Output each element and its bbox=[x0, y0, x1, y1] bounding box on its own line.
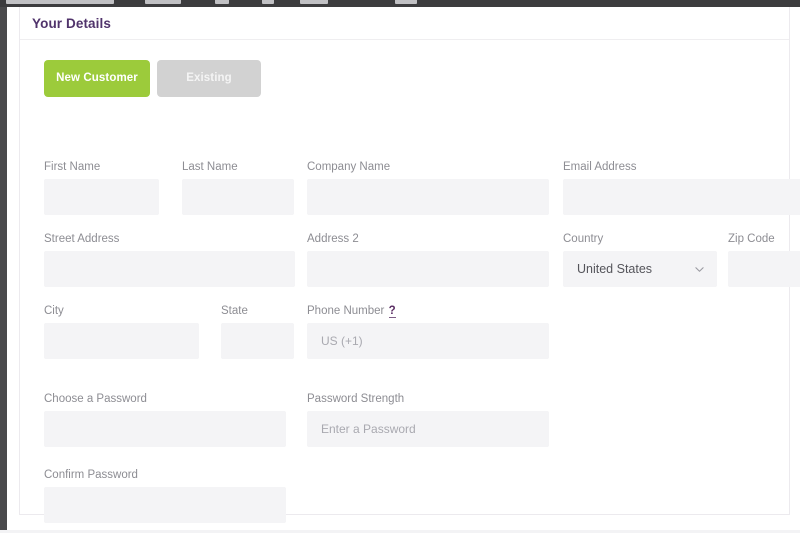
phone-number-input[interactable] bbox=[307, 323, 549, 359]
card-header: Your Details bbox=[20, 7, 789, 40]
choose-password-input[interactable] bbox=[44, 411, 286, 447]
label-address-2: Address 2 bbox=[307, 232, 549, 246]
label-password-strength: Password Strength bbox=[307, 392, 549, 406]
field-street-address: Street Address bbox=[44, 232, 295, 287]
field-last-name: Last Name bbox=[182, 160, 294, 215]
label-phone-number-text: Phone Number bbox=[307, 305, 384, 317]
card-inner: Your Details New CustomerExisting First … bbox=[19, 7, 790, 515]
company-name-input[interactable] bbox=[307, 179, 549, 215]
label-email-address: Email Address bbox=[563, 160, 800, 174]
browser-chrome-strip bbox=[0, 0, 800, 7]
label-zip-code: Zip Code bbox=[728, 232, 800, 246]
field-address-2: Address 2 bbox=[307, 232, 549, 287]
card-body: New CustomerExisting First Name Last Nam… bbox=[20, 40, 789, 514]
label-confirm-password: Confirm Password bbox=[44, 468, 286, 482]
field-city: City bbox=[44, 304, 199, 359]
first-name-input[interactable] bbox=[44, 179, 159, 215]
field-choose-password: Choose a Password bbox=[44, 392, 286, 447]
help-question-icon[interactable]: ? bbox=[389, 305, 396, 318]
chrome-ghost-4 bbox=[262, 0, 274, 4]
chrome-ghost-1 bbox=[6, 0, 114, 4]
last-name-input[interactable] bbox=[182, 179, 294, 215]
customer-type-toggle-group: New CustomerExisting bbox=[44, 60, 261, 97]
label-last-name: Last Name bbox=[182, 160, 294, 174]
field-company-name: Company Name bbox=[307, 160, 549, 215]
chrome-ghost-6 bbox=[395, 0, 417, 4]
field-zip-code: Zip Code bbox=[728, 232, 800, 287]
label-choose-password: Choose a Password bbox=[44, 392, 286, 406]
email-address-input[interactable] bbox=[563, 179, 800, 215]
field-country: Country United States bbox=[563, 232, 717, 287]
password-strength-indicator bbox=[307, 411, 549, 447]
state-input[interactable] bbox=[221, 323, 294, 359]
page-title: Your Details bbox=[32, 16, 111, 31]
new-customer-button[interactable]: New Customer bbox=[44, 60, 150, 97]
field-phone-number: Phone Number ? bbox=[307, 304, 549, 359]
existing-customer-button[interactable]: Existing bbox=[157, 60, 261, 97]
label-state: State bbox=[221, 304, 294, 318]
label-country: Country bbox=[563, 232, 717, 246]
label-city: City bbox=[44, 304, 199, 318]
field-confirm-password: Confirm Password bbox=[44, 468, 286, 523]
country-select[interactable]: United States bbox=[563, 251, 717, 287]
country-selected-value: United States bbox=[577, 251, 652, 287]
label-company-name: Company Name bbox=[307, 160, 549, 174]
chevron-down-icon bbox=[695, 265, 704, 274]
address-2-input[interactable] bbox=[307, 251, 549, 287]
window-frame-left bbox=[0, 7, 7, 533]
field-state: State bbox=[221, 304, 294, 359]
chrome-ghost-5 bbox=[300, 0, 328, 4]
label-first-name: First Name bbox=[44, 160, 159, 174]
chrome-ghost-2 bbox=[145, 0, 181, 4]
label-phone-number: Phone Number ? bbox=[307, 304, 549, 318]
city-input[interactable] bbox=[44, 323, 199, 359]
street-address-input[interactable] bbox=[44, 251, 295, 287]
label-street-address: Street Address bbox=[44, 232, 295, 246]
confirm-password-input[interactable] bbox=[44, 487, 286, 523]
field-first-name: First Name bbox=[44, 160, 159, 215]
zip-code-input[interactable] bbox=[728, 251, 800, 287]
page-viewport: Your Details New CustomerExisting First … bbox=[0, 0, 800, 533]
field-password-strength: Password Strength bbox=[307, 392, 549, 447]
chrome-ghost-3 bbox=[215, 0, 229, 4]
field-email-address: Email Address bbox=[563, 160, 800, 215]
your-details-card: Your Details New CustomerExisting First … bbox=[8, 7, 796, 524]
